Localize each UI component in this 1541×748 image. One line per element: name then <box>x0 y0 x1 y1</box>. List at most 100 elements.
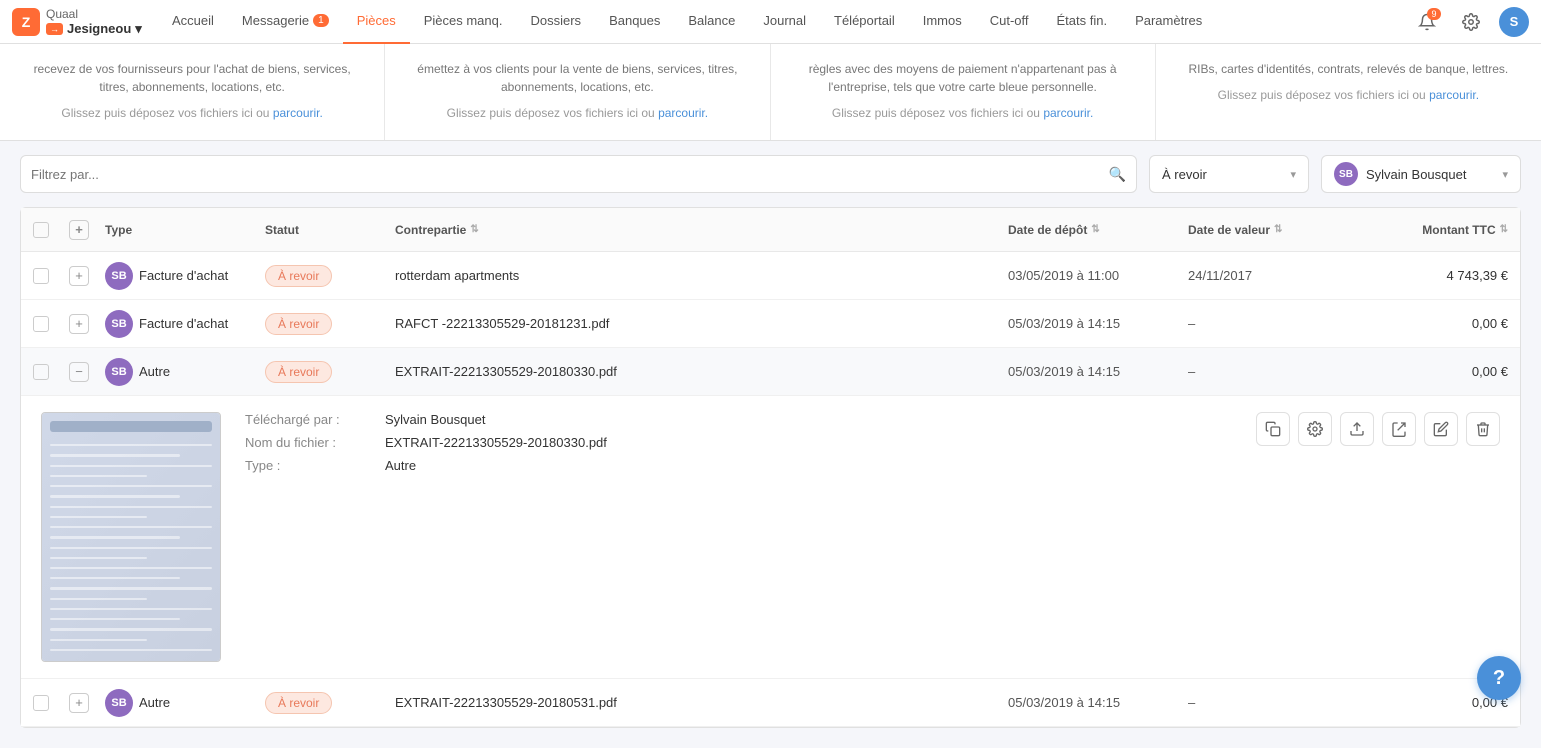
th-type: Type <box>105 223 265 237</box>
filter-input-wrap[interactable]: 🔍 <box>20 155 1137 193</box>
row4-montant-cell: 0,00 € <box>1348 695 1508 710</box>
nav-parametres[interactable]: Paramètres <box>1121 0 1216 44</box>
row1-date-valeur-cell: 24/11/2017 <box>1188 268 1348 283</box>
browse-link-0[interactable]: parcourir. <box>273 106 323 120</box>
row4-add-cell: + <box>69 693 105 713</box>
delete-action-button[interactable] <box>1466 412 1500 446</box>
row1-avatar: SB <box>105 262 133 290</box>
row1-checkbox[interactable] <box>33 268 49 284</box>
nav-balance[interactable]: Balance <box>674 0 749 44</box>
browse-link-1[interactable]: parcourir. <box>658 106 708 120</box>
user-filter[interactable]: SB Sylvain Bousquet ▾ <box>1321 155 1521 193</box>
th-montant: Montant TTC ⇅ <box>1348 223 1508 237</box>
nav-dossiers[interactable]: Dossiers <box>516 0 595 44</box>
upload-drop-2: Glissez puis déposez vos fichiers ici ou… <box>791 106 1135 120</box>
filename-value: EXTRAIT-22213305529-20180330.pdf <box>385 435 607 450</box>
date-valeur-sort-icon[interactable]: ⇅ <box>1274 224 1282 235</box>
filter-input[interactable] <box>31 167 1109 182</box>
upload-card-1[interactable]: émettez à vos clients pour la vente de b… <box>385 44 770 140</box>
table-row[interactable]: − SB Autre À revoir EXTRAIT-22213305529-… <box>21 348 1520 396</box>
table-row[interactable]: + SB Facture d'achat À revoir rotterdam … <box>21 252 1520 300</box>
nav-pieces-manq[interactable]: Pièces manq. <box>410 0 517 44</box>
table-row[interactable]: + SB Facture d'achat À revoir RAFCT -222… <box>21 300 1520 348</box>
add-row-button[interactable]: + <box>69 220 89 240</box>
row4-type-cell: SB Autre <box>105 689 265 717</box>
redirect-action-button[interactable] <box>1382 412 1416 446</box>
upload-drop-3: Glissez puis déposez vos fichiers ici ou… <box>1176 88 1521 102</box>
th-add: + <box>69 220 105 240</box>
row3-minus-cell: − <box>69 362 105 382</box>
row3-checkbox[interactable] <box>33 364 49 380</box>
pieces-table: + Type Statut Contrepartie ⇅ Date de dép… <box>20 207 1521 728</box>
row2-montant-cell: 0,00 € <box>1348 316 1508 331</box>
row3-contrepartie-cell: EXTRAIT-22213305529-20180330.pdf <box>395 364 1008 379</box>
browse-link-2[interactable]: parcourir. <box>1043 106 1093 120</box>
row4-checkbox[interactable] <box>33 695 49 711</box>
contrepartie-sort-icon[interactable]: ⇅ <box>470 224 478 235</box>
row1-status-badge: À revoir <box>265 265 332 287</box>
nav-messagerie[interactable]: Messagerie 1 <box>228 0 343 44</box>
upload-drop-1: Glissez puis déposez vos fichiers ici ou… <box>405 106 749 120</box>
table-header: + Type Statut Contrepartie ⇅ Date de dép… <box>21 208 1520 252</box>
user-filter-avatar: SB <box>1334 162 1358 186</box>
copy-action-button[interactable] <box>1256 412 1290 446</box>
upload-desc-1: émettez à vos clients pour la vente de b… <box>405 60 749 96</box>
upload-desc-3: RIBs, cartes d'identités, contrats, rele… <box>1176 60 1521 78</box>
montant-sort-icon[interactable]: ⇅ <box>1500 224 1508 235</box>
row4-add-button[interactable]: + <box>69 693 89 713</box>
row4-status-cell: À revoir <box>265 692 395 714</box>
filter-row: 🔍 À revoir ▾ SB Sylvain Bousquet ▾ <box>0 141 1541 207</box>
row4-date-valeur-cell: – <box>1188 695 1348 710</box>
notifications-button[interactable]: 9 <box>1411 6 1443 38</box>
row2-add-button[interactable]: + <box>69 314 89 334</box>
upload-desc-0: recevez de vos fournisseurs pour l'achat… <box>20 60 364 96</box>
upload-card-3[interactable]: RIBs, cartes d'identités, contrats, rele… <box>1156 44 1541 140</box>
upload-card-2[interactable]: règles avec des moyens de paiement n'app… <box>771 44 1156 140</box>
row2-date-depot-cell: 05/03/2019 à 14:15 <box>1008 316 1188 331</box>
uploaded-by-value: Sylvain Bousquet <box>385 412 485 427</box>
nav-cutoff[interactable]: Cut-off <box>976 0 1043 44</box>
notif-count: 9 <box>1427 8 1441 20</box>
nav-immos[interactable]: Immos <box>909 0 976 44</box>
settings-action-button[interactable] <box>1298 412 1332 446</box>
row3-status-cell: À revoir <box>265 361 395 383</box>
settings-icon-btn[interactable] <box>1455 6 1487 38</box>
company-name: Quaal <box>46 7 142 21</box>
row3-checkbox-cell <box>33 364 69 380</box>
browse-link-3[interactable]: parcourir. <box>1429 88 1479 102</box>
export-action-button[interactable] <box>1340 412 1374 446</box>
expanded-detail-row: Téléchargé par : Sylvain Bousquet Nom du… <box>21 396 1520 679</box>
nav-accueil[interactable]: Accueil <box>158 0 228 44</box>
row1-add-button[interactable]: + <box>69 266 89 286</box>
row2-checkbox[interactable] <box>33 316 49 332</box>
upload-drop-0: Glissez puis déposez vos fichiers ici ou… <box>20 106 364 120</box>
row3-collapse-button[interactable]: − <box>69 362 89 382</box>
row2-checkbox-cell <box>33 316 69 332</box>
row4-avatar: SB <box>105 689 133 717</box>
user-name[interactable]: → Jesigneou ▾ <box>46 21 142 37</box>
row3-date-depot-cell: 05/03/2019 à 14:15 <box>1008 364 1188 379</box>
th-date-depot: Date de dépôt ⇅ <box>1008 223 1188 237</box>
row2-type-cell: SB Facture d'achat <box>105 310 265 338</box>
nav-journal[interactable]: Journal <box>749 0 820 44</box>
row1-date-depot-cell: 03/05/2019 à 11:00 <box>1008 268 1188 283</box>
messagerie-badge: 1 <box>313 14 329 27</box>
nav-banques[interactable]: Banques <box>595 0 674 44</box>
row3-date-valeur-cell: – <box>1188 364 1348 379</box>
type-row: Type : Autre <box>245 458 1232 473</box>
nav-teleportail[interactable]: Téléportail <box>820 0 909 44</box>
help-button[interactable]: ? <box>1477 656 1521 700</box>
nav-pieces[interactable]: Pièces <box>343 0 410 44</box>
edit-action-button[interactable] <box>1424 412 1458 446</box>
user-avatar[interactable]: S <box>1499 7 1529 37</box>
search-icon: 🔍 <box>1109 166 1126 183</box>
nav-etats-fin[interactable]: États fin. <box>1043 0 1122 44</box>
date-depot-sort-icon[interactable]: ⇅ <box>1091 224 1099 235</box>
logo-area[interactable]: Z Quaal → Jesigneou ▾ <box>12 7 142 37</box>
select-all-checkbox[interactable] <box>33 222 49 238</box>
upload-card-0[interactable]: recevez de vos fournisseurs pour l'achat… <box>0 44 385 140</box>
status-filter[interactable]: À revoir ▾ <box>1149 155 1309 193</box>
th-date-valeur: Date de valeur ⇅ <box>1188 223 1348 237</box>
filename-row: Nom du fichier : EXTRAIT-22213305529-201… <box>245 435 1232 450</box>
type-label: Type : <box>245 458 385 473</box>
